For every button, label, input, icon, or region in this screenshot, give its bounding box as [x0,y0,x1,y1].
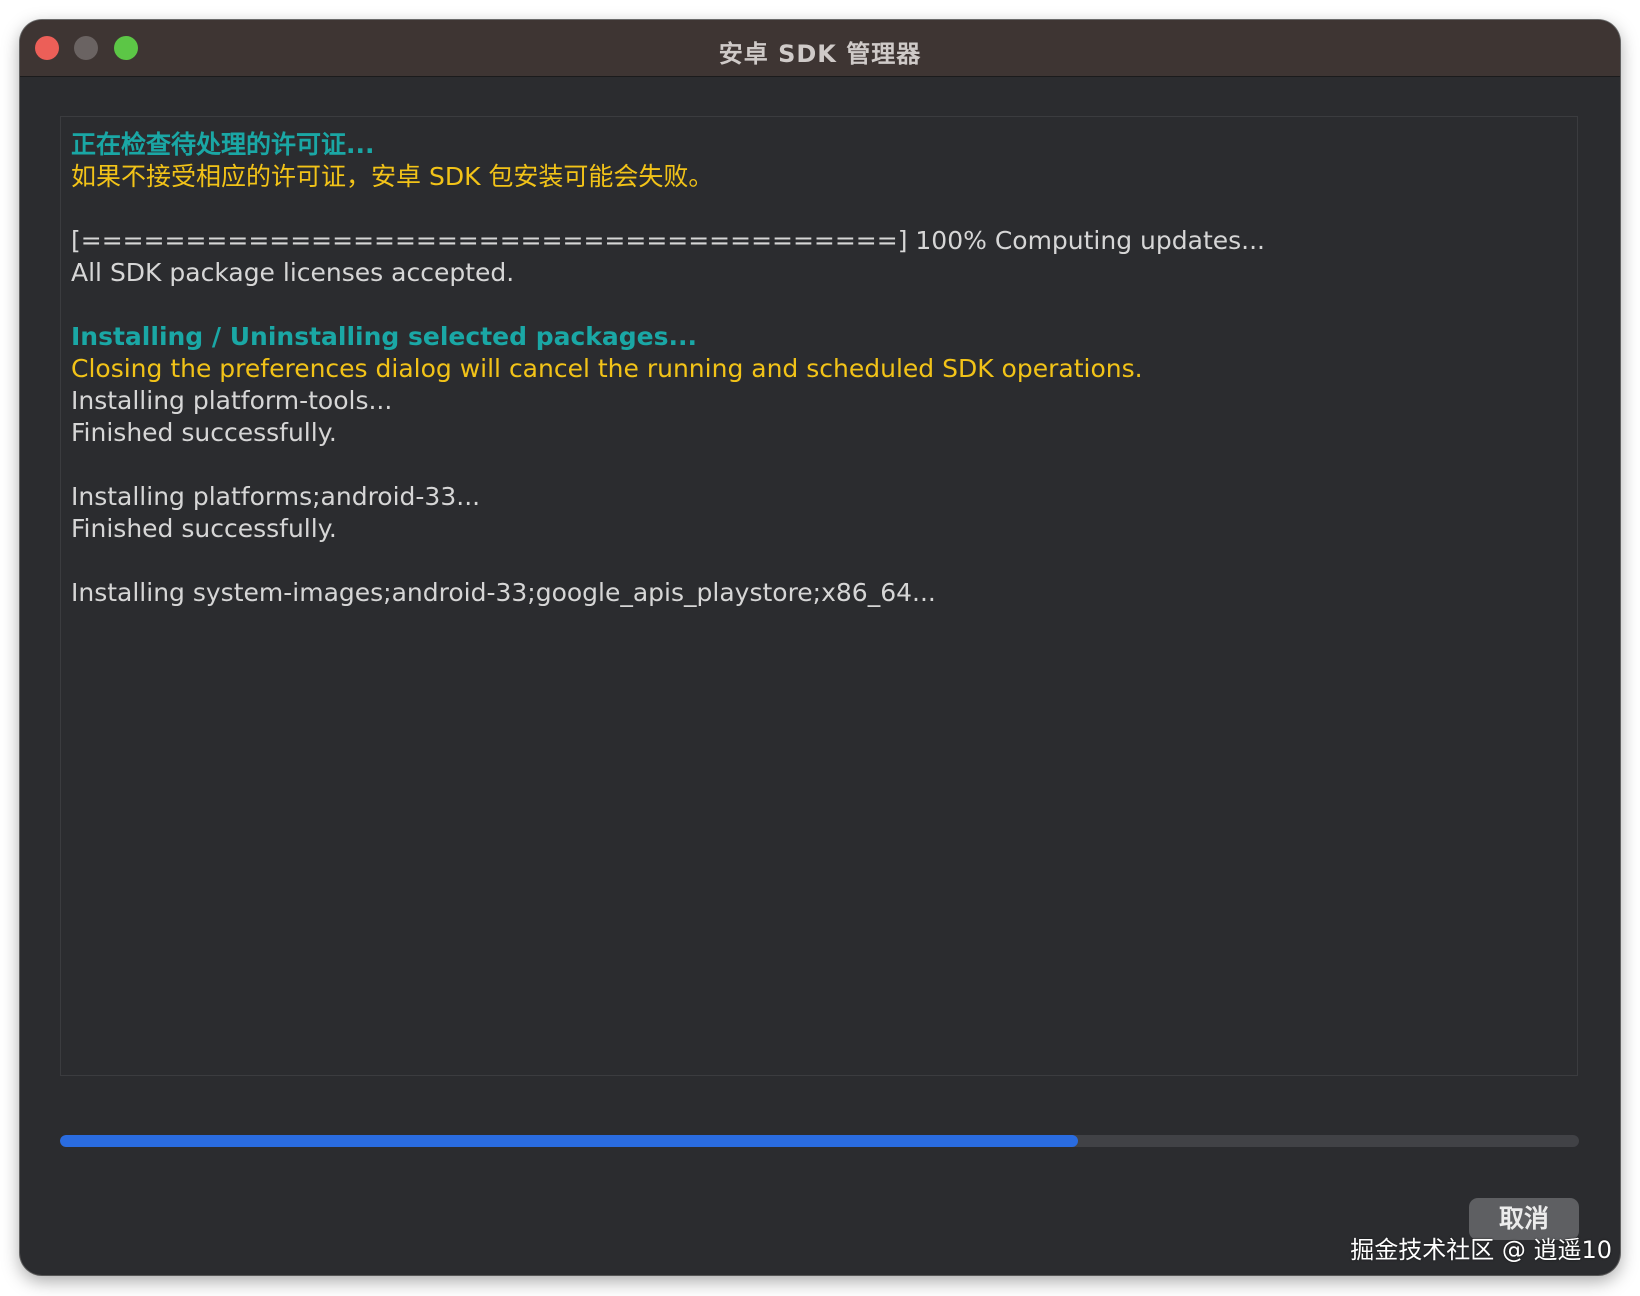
log-spacer [71,289,1567,321]
log-line: Installing / Uninstalling selected packa… [71,322,698,351]
watermark-text: 掘金技术社区 @ 逍遥10 [1350,1236,1612,1264]
sdk-manager-window: 安卓 SDK 管理器 正在检查待处理的许可证... 如果不接受相应的许可证，安卓… [20,20,1620,1275]
log-output-panel[interactable]: 正在检查待处理的许可证... 如果不接受相应的许可证，安卓 SDK 包安装可能会… [60,116,1578,1076]
progress-bar-fill [60,1135,1078,1147]
log-line: Installing platform-tools... [71,386,393,415]
log-line: 正在检查待处理的许可证... [71,130,375,159]
log-line: 如果不接受相应的许可证，安卓 SDK 包安装可能会失败。 [71,162,714,191]
install-progress-bar [60,1135,1579,1147]
log-line: Closing the preferences dialog will canc… [71,354,1143,383]
window-title: 安卓 SDK 管理器 [718,40,922,68]
log-line: Installing platforms;android-33... [71,482,481,511]
log-spacer [71,545,1567,577]
log-line: All SDK package licenses accepted. [71,258,515,287]
log-spacer [71,449,1567,481]
log-line: Finished successfully. [71,418,337,447]
log-line: [=======================================… [71,226,1265,255]
log-line: Installing system-images;android-33;goog… [71,578,936,607]
title-bar: 安卓 SDK 管理器 [20,20,1620,77]
log-spacer [71,193,1567,225]
log-line: Finished successfully. [71,514,337,543]
